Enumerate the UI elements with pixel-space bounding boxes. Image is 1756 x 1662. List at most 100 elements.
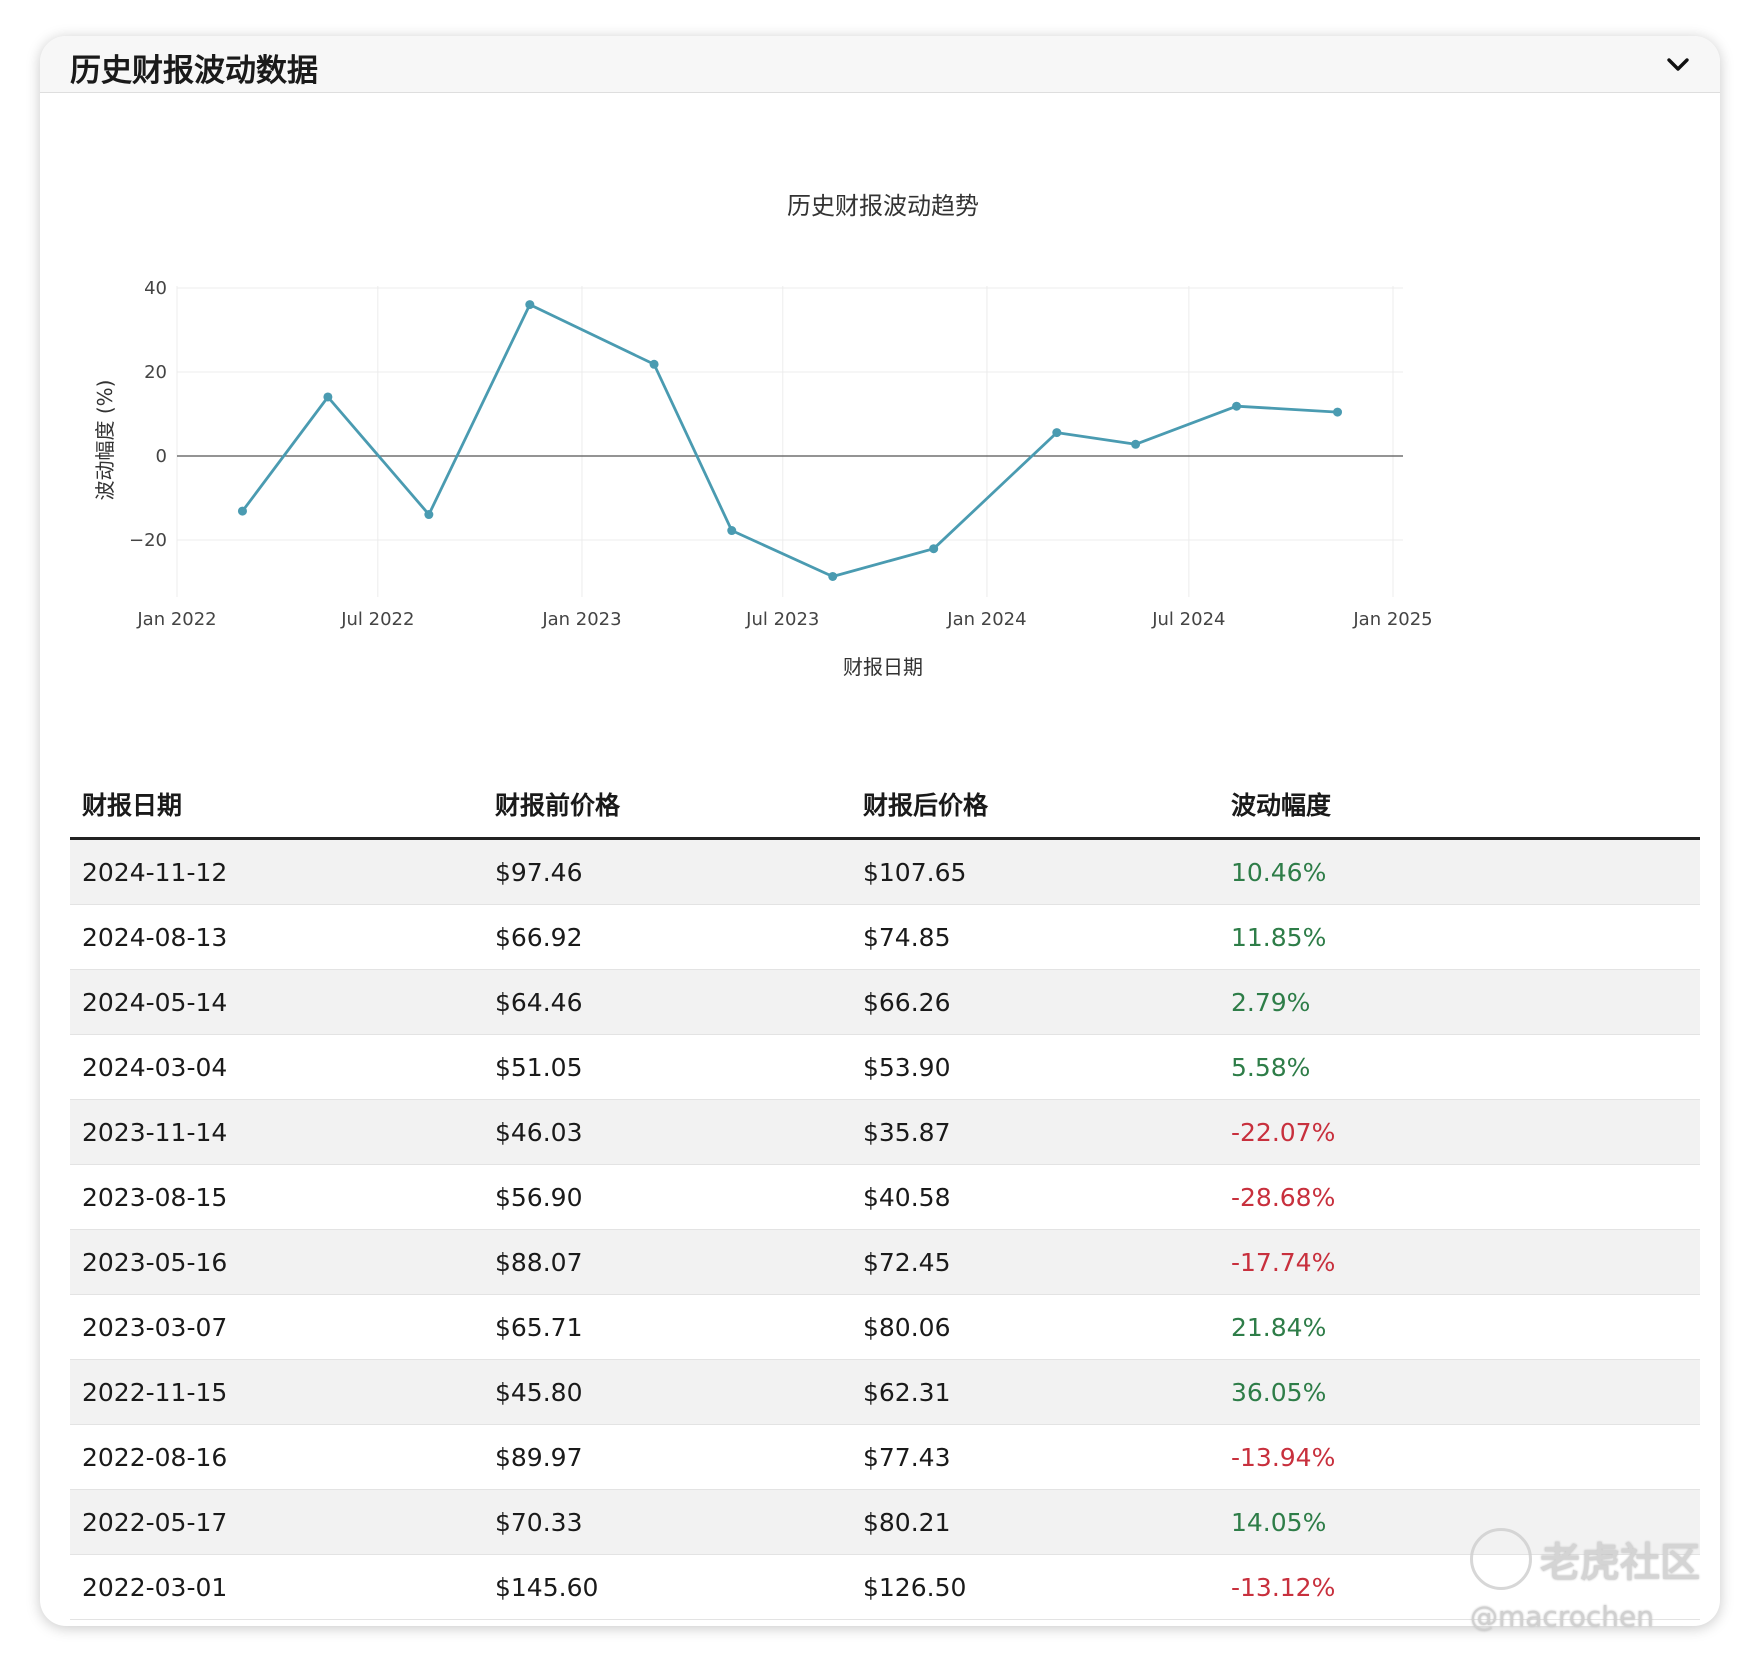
x-tick-label: Jan 2024: [946, 609, 1026, 630]
cell-change: -28.68%: [1219, 1164, 1700, 1230]
table-row[interactable]: 2023-11-14 $46.03 $35.87 -22.07%: [70, 1099, 1700, 1165]
cell-price-after: $80.21: [851, 1489, 1219, 1555]
table-row[interactable]: 2024-05-14 $64.46 $66.26 2.79%: [70, 969, 1700, 1035]
y-axis-label: 波动幅度 (%): [93, 380, 117, 501]
watermark-user: @macrochen: [1470, 1600, 1654, 1633]
cell-date: 2024-03-04: [70, 1034, 483, 1100]
cell-change: 11.85%: [1219, 904, 1700, 970]
chart-grid: [176, 286, 1403, 597]
x-tick-label: Jan 2023: [541, 609, 621, 630]
table-row[interactable]: 2023-05-16 $88.07 $72.45 -17.74%: [70, 1229, 1700, 1295]
y-tick-label: 40: [144, 278, 167, 299]
y-tick-label: −20: [129, 530, 167, 551]
table-row[interactable]: 2024-11-12 $97.46 $107.65 10.46%: [70, 838, 1700, 905]
cell-price-after: $107.65: [851, 838, 1219, 905]
data-point: [1131, 439, 1141, 449]
cell-date: 2024-05-14: [70, 969, 483, 1035]
table-row[interactable]: 2024-08-13 $66.92 $74.85 11.85%: [70, 904, 1700, 970]
cell-price-after: $62.31: [851, 1359, 1219, 1425]
series-line: [241, 303, 1338, 578]
cell-price-after: $74.85: [851, 904, 1219, 970]
panel-header[interactable]: 历史财报波动数据: [40, 36, 1720, 93]
table-row[interactable]: 2023-08-15 $56.90 $40.58 -28.68%: [70, 1164, 1700, 1230]
x-tick-label: Jan 2025: [1352, 609, 1432, 630]
cell-price-before: $89.97: [483, 1424, 851, 1490]
table-row[interactable]: 2022-08-16 $89.97 $77.43 -13.94%: [70, 1424, 1700, 1490]
col-header-price-before[interactable]: 财报前价格: [483, 771, 851, 840]
cell-price-after: $80.06: [851, 1294, 1219, 1360]
cell-price-before: $65.71: [483, 1294, 851, 1360]
x-tick-label: Jul 2023: [745, 609, 819, 630]
cell-change: 21.84%: [1219, 1294, 1700, 1360]
table-row[interactable]: 2022-03-01 $145.60 $126.50 -13.12%: [70, 1554, 1700, 1620]
cell-price-after: $77.43: [851, 1424, 1219, 1490]
cell-date: 2024-08-13: [70, 904, 483, 970]
cell-change: -22.07%: [1219, 1099, 1700, 1165]
data-point: [1232, 401, 1242, 411]
data-point: [929, 544, 939, 554]
data-point: [525, 300, 535, 310]
cell-date: 2023-03-07: [70, 1294, 483, 1360]
data-point: [1333, 407, 1343, 417]
cell-price-before: $51.05: [483, 1034, 851, 1100]
table-row[interactable]: 2024-03-04 $51.05 $53.90 5.58%: [70, 1034, 1700, 1100]
x-tick-label: Jan 2022: [136, 609, 216, 630]
table-row[interactable]: 2022-05-17 $70.33 $80.21 14.05%: [70, 1489, 1700, 1555]
data-point: [237, 506, 247, 516]
cell-date: 2023-05-16: [70, 1229, 483, 1295]
screenshot-stage: 历史财报波动数据 历史财报波动趋势 Jan 2022 Jul 2022 Jan 20…: [0, 0, 1756, 1662]
cell-price-after: $126.50: [851, 1554, 1219, 1620]
panel-title: 历史财报波动数据: [70, 53, 318, 89]
cell-price-before: $70.33: [483, 1489, 851, 1555]
chart-series: [237, 300, 1343, 581]
cell-price-after: $35.87: [851, 1099, 1219, 1165]
table-row[interactable]: 2023-03-07 $65.71 $80.06 21.84%: [70, 1294, 1700, 1360]
data-point: [323, 392, 333, 402]
data-point: [424, 510, 434, 520]
earnings-volatility-panel: 历史财报波动数据 历史财报波动趋势 Jan 2022 Jul 2022 Jan 20…: [40, 36, 1720, 1626]
cell-price-before: $45.80: [483, 1359, 851, 1425]
volatility-line-chart: 历史财报波动趋势 Jan 2022 Jul 2022 Jan 2023 Jul 202…: [93, 192, 1433, 679]
cell-change: 36.05%: [1219, 1359, 1700, 1425]
tiger-logo-icon: [1470, 1528, 1532, 1590]
data-point: [1052, 428, 1062, 438]
col-header-change[interactable]: 波动幅度: [1219, 771, 1700, 840]
cell-change: -17.74%: [1219, 1229, 1700, 1295]
cell-price-before: $64.46: [483, 969, 851, 1035]
cell-price-before: $97.46: [483, 838, 851, 905]
cell-date: 2023-08-15: [70, 1164, 483, 1230]
cell-price-after: $40.58: [851, 1164, 1219, 1230]
watermark-brand: 老虎社区: [1540, 1540, 1700, 1586]
data-point: [828, 571, 838, 581]
data-point: [727, 526, 737, 536]
table-body: 2024-11-12 $97.46 $107.65 10.46% 2024-08-13 $…: [70, 838, 1700, 1620]
cell-date: 2022-11-15: [70, 1359, 483, 1425]
y-tick-label: 20: [144, 362, 167, 383]
x-tick-label: Jul 2022: [340, 609, 414, 630]
cell-date: 2022-05-17: [70, 1489, 483, 1555]
cell-price-after: $72.45: [851, 1229, 1219, 1295]
table-row[interactable]: 2022-11-15 $45.80 $62.31 36.05%: [70, 1359, 1700, 1425]
cell-price-before: $88.07: [483, 1229, 851, 1295]
cell-price-after: $66.26: [851, 969, 1219, 1035]
cell-change: -13.94%: [1219, 1424, 1700, 1490]
cell-date: 2024-11-12: [70, 838, 483, 905]
cell-price-before: $56.90: [483, 1164, 851, 1230]
table-header-row: 财报日期 财报前价格 财报后价格 波动幅度: [70, 771, 1700, 840]
col-header-price-after[interactable]: 财报后价格: [851, 771, 1219, 840]
chart-axes: Jan 2022 Jul 2022 Jan 2023 Jul 2023 Jan 2024…: [129, 278, 1433, 630]
cell-change: 2.79%: [1219, 969, 1700, 1035]
data-point: [649, 359, 659, 369]
col-header-date[interactable]: 财报日期: [70, 771, 483, 840]
cell-date: 2022-03-01: [70, 1554, 483, 1620]
x-tick-label: Jul 2024: [1151, 609, 1225, 630]
cell-date: 2023-11-14: [70, 1099, 483, 1165]
cell-price-before: $145.60: [483, 1554, 851, 1620]
cell-price-before: $66.92: [483, 904, 851, 970]
cell-price-after: $53.90: [851, 1034, 1219, 1100]
chart-title: 历史财报波动趋势: [787, 192, 979, 220]
cell-change: 10.46%: [1219, 838, 1700, 905]
earnings-table: 财报日期 财报前价格 财报后价格 波动幅度 2024-11-12 $97.46 $1…: [70, 771, 1700, 1620]
chevron-down-icon[interactable]: [1664, 50, 1692, 78]
cell-change: 5.58%: [1219, 1034, 1700, 1100]
